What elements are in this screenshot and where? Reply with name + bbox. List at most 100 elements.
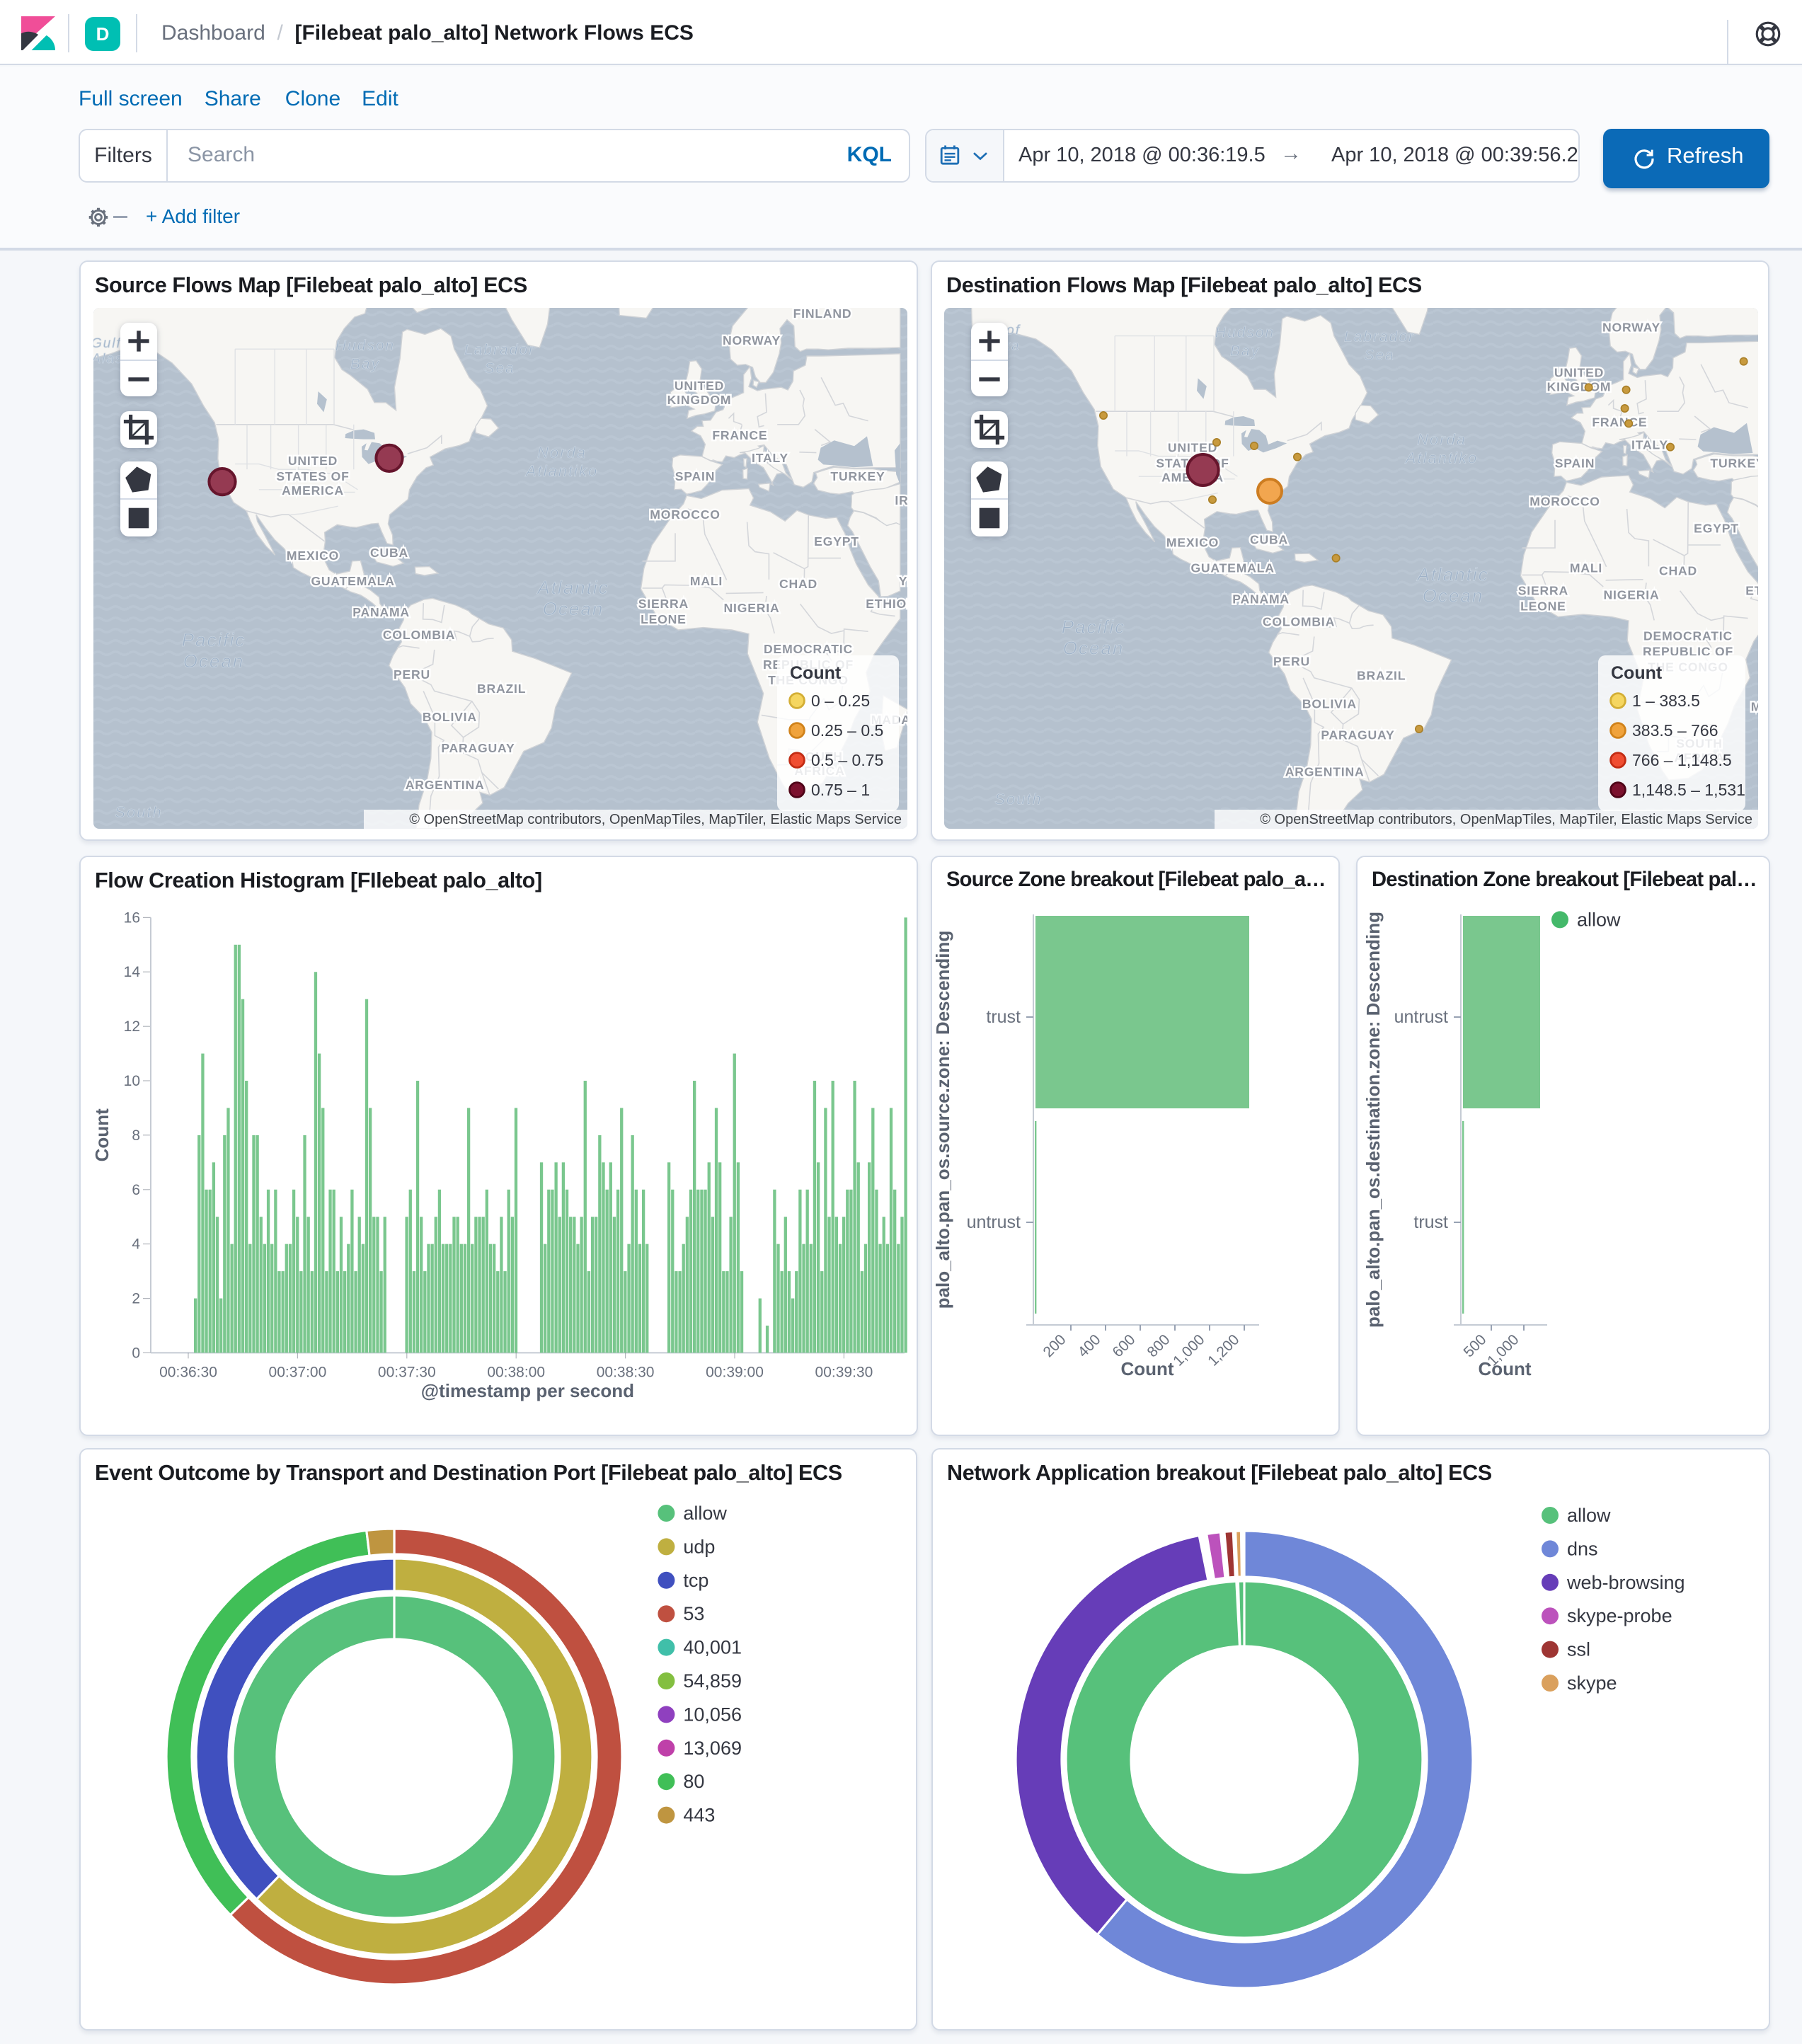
svg-text:SIERRA: SIERRA bbox=[1518, 583, 1568, 597]
svg-text:53: 53 bbox=[683, 1603, 704, 1624]
svg-text:600: 600 bbox=[1109, 1331, 1138, 1360]
svg-text:Count: Count bbox=[1120, 1358, 1173, 1379]
svg-text:untrust: untrust bbox=[967, 1212, 1021, 1232]
svg-text:766 – 1,148.5: 766 – 1,148.5 bbox=[1632, 751, 1732, 769]
svg-text:STATES OF: STATES OF bbox=[276, 469, 349, 483]
svg-text:Atlantiko: Atlantiko bbox=[1404, 449, 1478, 466]
svg-text:EGYPT: EGYPT bbox=[814, 534, 859, 549]
svg-text:Norda: Norda bbox=[537, 444, 587, 461]
svg-text:BOLIVIA: BOLIVIA bbox=[1302, 696, 1357, 711]
svg-text:PARAGUAY: PARAGUAY bbox=[441, 741, 515, 755]
svg-text:ETHIOPIA: ETHIOPIA bbox=[866, 597, 907, 611]
svg-text:DEMOCRATIC: DEMOCRATIC bbox=[764, 642, 853, 656]
svg-text:200: 200 bbox=[1040, 1331, 1069, 1360]
svg-text:Hudson: Hudson bbox=[1215, 324, 1275, 340]
svg-text:Atlantiko: Atlantiko bbox=[524, 462, 598, 480]
svg-text:1,000: 1,000 bbox=[1170, 1331, 1207, 1369]
svg-text:00:37:00: 00:37:00 bbox=[269, 1364, 327, 1380]
svg-text:00:38:00: 00:38:00 bbox=[487, 1364, 545, 1380]
svg-text:10,056: 10,056 bbox=[683, 1704, 742, 1725]
svg-text:PERU: PERU bbox=[394, 667, 430, 682]
svg-text:383.5 – 766: 383.5 – 766 bbox=[1632, 721, 1718, 740]
svg-text:CUBA: CUBA bbox=[370, 546, 408, 560]
svg-text:ETHIOPIA: ETHIOPIA bbox=[1745, 583, 1758, 597]
svg-text:UNITED: UNITED bbox=[675, 379, 724, 393]
svg-text:Pacific: Pacific bbox=[1062, 616, 1126, 637]
svg-text:1,148.5 – 1,531: 1,148.5 – 1,531 bbox=[1632, 781, 1745, 799]
svg-text:allow: allow bbox=[1567, 1505, 1611, 1526]
svg-text:FRANCE: FRANCE bbox=[1592, 415, 1647, 429]
svg-text:LEONE: LEONE bbox=[1520, 599, 1566, 613]
svg-text:00:36:30: 00:36:30 bbox=[159, 1364, 217, 1380]
svg-text:Count: Count bbox=[790, 663, 842, 683]
svg-text:allow: allow bbox=[1577, 909, 1621, 930]
svg-text:YEM: YEM bbox=[899, 574, 907, 588]
svg-text:800: 800 bbox=[1144, 1331, 1173, 1360]
svg-text:TURKEY: TURKEY bbox=[1710, 456, 1758, 470]
svg-text:1 – 383.5: 1 – 383.5 bbox=[1632, 691, 1700, 710]
svg-text:EGYPT: EGYPT bbox=[1694, 521, 1739, 535]
svg-text:0.25 – 0.5: 0.25 – 0.5 bbox=[811, 721, 883, 740]
svg-text:Labrador: Labrador bbox=[464, 342, 535, 358]
svg-text:Labrador: Labrador bbox=[1344, 328, 1415, 345]
svg-text:FRANCE: FRANCE bbox=[712, 428, 767, 442]
svg-text:web-browsing: web-browsing bbox=[1566, 1572, 1685, 1593]
svg-text:CUBA: CUBA bbox=[1250, 532, 1288, 546]
svg-text:KINGDOM: KINGDOM bbox=[667, 393, 732, 407]
svg-text:PANAMA: PANAMA bbox=[1232, 592, 1290, 606]
svg-text:@timestamp per second: @timestamp per second bbox=[421, 1380, 634, 1401]
svg-text:Pacific: Pacific bbox=[182, 629, 246, 650]
svg-text:UNITED: UNITED bbox=[288, 454, 338, 468]
svg-text:UNITED: UNITED bbox=[1554, 365, 1604, 379]
svg-text:Count: Count bbox=[1611, 663, 1663, 683]
svg-text:IRAQ: IRAQ bbox=[895, 493, 907, 507]
svg-text:2: 2 bbox=[132, 1291, 140, 1307]
svg-text:skype: skype bbox=[1567, 1672, 1617, 1694]
svg-text:MOROCCO: MOROCCO bbox=[650, 507, 720, 522]
svg-text:00:38:30: 00:38:30 bbox=[597, 1364, 655, 1380]
svg-text:Ocean: Ocean bbox=[543, 598, 604, 619]
svg-text:ssl: ssl bbox=[1567, 1639, 1590, 1660]
svg-text:Sea: Sea bbox=[1364, 347, 1394, 363]
svg-text:Hudson: Hudson bbox=[335, 338, 395, 354]
svg-text:SPAIN: SPAIN bbox=[1555, 456, 1595, 470]
svg-text:CHAD: CHAD bbox=[779, 577, 817, 591]
svg-text:PANAMA: PANAMA bbox=[352, 605, 410, 619]
svg-text:LEONE: LEONE bbox=[641, 612, 687, 626]
svg-text:NORWAY: NORWAY bbox=[723, 333, 781, 348]
svg-text:10: 10 bbox=[124, 1073, 140, 1089]
svg-text:54,859: 54,859 bbox=[683, 1670, 742, 1692]
svg-text:Ocean: Ocean bbox=[1063, 637, 1125, 658]
svg-text:16: 16 bbox=[124, 909, 140, 926]
svg-text:DEMOCRATIC: DEMOCRATIC bbox=[1643, 628, 1733, 643]
svg-text:palo_alto.pan_os.destination.z: palo_alto.pan_os.destination.zone: Desce… bbox=[1362, 912, 1384, 1328]
svg-text:FINLAND: FINLAND bbox=[793, 308, 852, 321]
svg-text:CHAD: CHAD bbox=[1659, 563, 1697, 578]
svg-text:TURKEY: TURKEY bbox=[830, 469, 885, 483]
svg-text:400: 400 bbox=[1074, 1331, 1103, 1360]
svg-text:PARAGUAY: PARAGUAY bbox=[1321, 728, 1394, 742]
svg-text:MALI: MALI bbox=[690, 574, 723, 588]
svg-text:tcp: tcp bbox=[683, 1570, 708, 1591]
svg-text:COLOMBIA: COLOMBIA bbox=[1263, 614, 1335, 628]
svg-text:ARGENTINA: ARGENTINA bbox=[1285, 764, 1365, 779]
svg-text:palo_alto.pan_os.source.zone:: palo_alto.pan_os.source.zone: Descending bbox=[932, 931, 953, 1309]
svg-text:© OpenStreetMap contributors,: © OpenStreetMap contributors, OpenMapTil… bbox=[409, 812, 902, 827]
svg-text:UNITED: UNITED bbox=[1168, 440, 1217, 454]
svg-text:ITALY: ITALY bbox=[1631, 437, 1668, 452]
svg-text:14: 14 bbox=[124, 964, 141, 980]
svg-text:PERU: PERU bbox=[1273, 654, 1310, 668]
svg-text:MEXICO: MEXICO bbox=[1166, 535, 1219, 549]
svg-text:COLOMBIA: COLOMBIA bbox=[383, 628, 455, 642]
svg-text:South: South bbox=[994, 790, 1043, 808]
svg-text:GUATEMALA: GUATEMALA bbox=[1190, 561, 1274, 575]
svg-text:0: 0 bbox=[132, 1345, 140, 1361]
svg-text:MALI: MALI bbox=[1570, 561, 1602, 575]
svg-text:dns: dns bbox=[1567, 1538, 1598, 1559]
svg-text:KINGDOM: KINGDOM bbox=[1547, 379, 1612, 394]
svg-text:untrust: untrust bbox=[1394, 1007, 1448, 1027]
svg-text:0 – 0.25: 0 – 0.25 bbox=[811, 691, 870, 710]
svg-text:udp: udp bbox=[683, 1536, 715, 1557]
svg-text:6: 6 bbox=[132, 1182, 140, 1198]
svg-text:4: 4 bbox=[132, 1236, 140, 1253]
